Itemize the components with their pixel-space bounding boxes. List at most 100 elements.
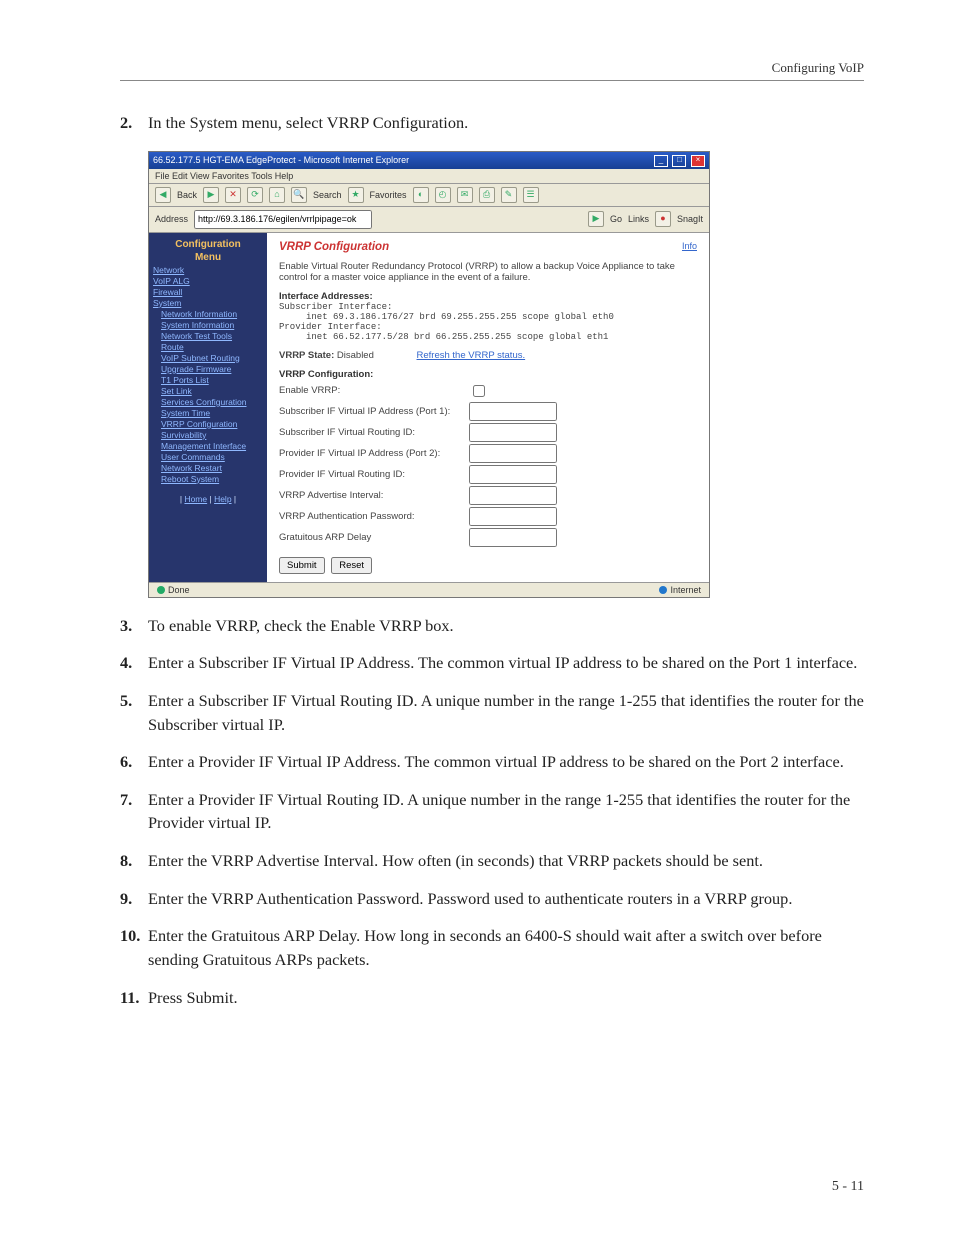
window-buttons: _ □ × [652,154,705,167]
history-icon[interactable]: ◴ [435,187,451,203]
go-label: Go [610,214,622,224]
minimize-button[interactable]: _ [654,155,668,167]
step-2-num: 2. [120,111,148,135]
running-header: Configuring VoIP [120,60,864,76]
sidebar-header-1: Configuration [153,239,263,250]
sidebar-sub-mgmt[interactable]: Management Interface [161,441,263,451]
prov-rid-label: Provider IF Virtual Routing ID: [279,469,469,480]
stop-icon[interactable]: ✕ [225,187,241,203]
main-panel: Info VRRP Configuration Enable Virtual R… [267,233,709,582]
refresh-icon[interactable]: ⟳ [247,187,263,203]
sub-ip-label: Subscriber IF Virtual IP Address (Port 1… [279,406,469,417]
mail-icon[interactable]: ✉ [457,187,473,203]
submit-button[interactable] [279,557,325,574]
ie-toolbar: ◀ Back ▶ ✕ ⟳ ⌂ 🔍 Search ★ Favorites ◐ ◴ … [149,184,709,207]
sidebar-sub-reboot[interactable]: Reboot System [161,474,263,484]
config-sidebar: Configuration Menu Network VoIP ALG Fire… [149,233,267,582]
sidebar-footer-help[interactable]: Help [214,494,231,504]
sub-ip-input[interactable] [469,402,557,421]
sidebar-item-voip-alg[interactable]: VoIP ALG [153,276,263,286]
sub-if-label: Subscriber Interface: [279,302,697,312]
sidebar-sub-upgrade[interactable]: Upgrade Firmware [161,364,263,374]
reset-button[interactable] [331,557,372,574]
step-7-text: Enter a Provider IF Virtual Routing ID. … [148,788,864,835]
favorites-icon[interactable]: ★ [348,187,364,203]
sidebar-header-2: Menu [153,252,263,263]
panel-title: VRRP Configuration [279,241,697,253]
sidebar-sub-systime[interactable]: System Time [161,408,263,418]
sidebar-sub-voipsubnet[interactable]: VoIP Subnet Routing [161,353,263,363]
address-input[interactable] [194,210,372,229]
header-rule [120,80,864,81]
status-done-icon [157,586,165,594]
prov-ip-input[interactable] [469,444,557,463]
adv-int-label: VRRP Advertise Interval: [279,490,469,501]
sub-rid-label: Subscriber IF Virtual Routing ID: [279,427,469,438]
step-10: 10.Enter the Gratuitous ARP Delay. How l… [120,924,864,971]
step-6-text: Enter a Provider IF Virtual IP Address. … [148,750,864,774]
media-icon[interactable]: ◐ [413,187,429,203]
sidebar-item-system[interactable]: System [153,298,263,308]
sidebar-sub-route[interactable]: Route [161,342,263,352]
ie-titlebar: 66.52.177.5 HGT-EMA EdgeProtect - Micros… [149,152,709,169]
ie-title: 66.52.177.5 HGT-EMA EdgeProtect - Micros… [153,155,409,165]
step-7-num: 7. [120,788,148,835]
step-8-num: 8. [120,849,148,873]
sidebar-item-network[interactable]: Network [153,265,263,275]
step-5-num: 5. [120,689,148,736]
back-button[interactable]: ◀ [155,187,171,203]
edit-icon[interactable]: ✎ [501,187,517,203]
sidebar-sub-survive[interactable]: Survivability [161,430,263,440]
go-button[interactable]: ▶ [588,211,604,227]
step-9-num: 9. [120,887,148,911]
auth-pw-input[interactable] [469,507,557,526]
sidebar-sub-setlink[interactable]: Set Link [161,386,263,396]
status-done-label: Done [168,585,190,595]
garp-delay-label: Gratuitous ARP Delay [279,532,469,543]
enable-vrrp-checkbox[interactable] [473,385,485,397]
status-zone-icon [659,586,667,594]
sidebar-sub-netrestart[interactable]: Network Restart [161,463,263,473]
vrrp-config-head: VRRP Configuration: [279,369,697,380]
sidebar-item-firewall[interactable]: Firewall [153,287,263,297]
adv-int-input[interactable] [469,486,557,505]
maximize-button[interactable]: □ [672,155,686,167]
search-label: Search [313,190,342,200]
search-icon[interactable]: 🔍 [291,187,307,203]
step-3-text: To enable VRRP, check the Enable VRRP bo… [148,614,864,638]
sidebar-sub-nettools[interactable]: Network Test Tools [161,331,263,341]
sidebar-sub-usercmd[interactable]: User Commands [161,452,263,462]
close-button[interactable]: × [691,155,705,167]
print-icon[interactable]: ⎙ [479,187,495,203]
garp-delay-input[interactable] [469,528,557,547]
step-4-text: Enter a Subscriber IF Virtual IP Address… [148,651,864,675]
vrrp-state-label: VRRP State: [279,350,334,361]
step-4: 4.Enter a Subscriber IF Virtual IP Addre… [120,651,864,675]
refresh-vrrp-link[interactable]: Refresh the VRRP status. [417,350,526,361]
snagit-icon[interactable]: ● [655,211,671,227]
prov-if-label: Provider Interface: [279,322,697,332]
forward-button[interactable]: ▶ [203,187,219,203]
prov-ip-label: Provider IF Virtual IP Address (Port 2): [279,448,469,459]
sidebar-sub-vrrp[interactable]: VRRP Configuration [161,419,263,429]
sidebar-sub-netinfo[interactable]: Network Information [161,309,263,319]
sidebar-footer-home[interactable]: Home [184,494,207,504]
panel-intro: Enable Virtual Router Redundancy Protoco… [279,261,697,283]
step-7: 7.Enter a Provider IF Virtual Routing ID… [120,788,864,835]
discuss-icon[interactable]: ☰ [523,187,539,203]
ie-addressbar: Address ▶ Go Links ● SnagIt [149,207,709,233]
home-icon[interactable]: ⌂ [269,187,285,203]
enable-vrrp-label: Enable VRRP: [279,385,469,396]
step-5: 5.Enter a Subscriber IF Virtual Routing … [120,689,864,736]
step-11-text: Press Submit. [148,986,864,1010]
sub-if-line: inet 69.3.186.176/27 brd 69.255.255.255 … [279,312,697,322]
prov-rid-input[interactable] [469,465,557,484]
ie-menubar[interactable]: File Edit View Favorites Tools Help [149,169,709,184]
favorites-label: Favorites [370,190,407,200]
step-3: 3.To enable VRRP, check the Enable VRRP … [120,614,864,638]
info-link[interactable]: Info [682,241,697,251]
sub-rid-input[interactable] [469,423,557,442]
sidebar-sub-services[interactable]: Services Configuration [161,397,263,407]
sidebar-sub-sysinfo[interactable]: System Information [161,320,263,330]
sidebar-sub-t1ports[interactable]: T1 Ports List [161,375,263,385]
